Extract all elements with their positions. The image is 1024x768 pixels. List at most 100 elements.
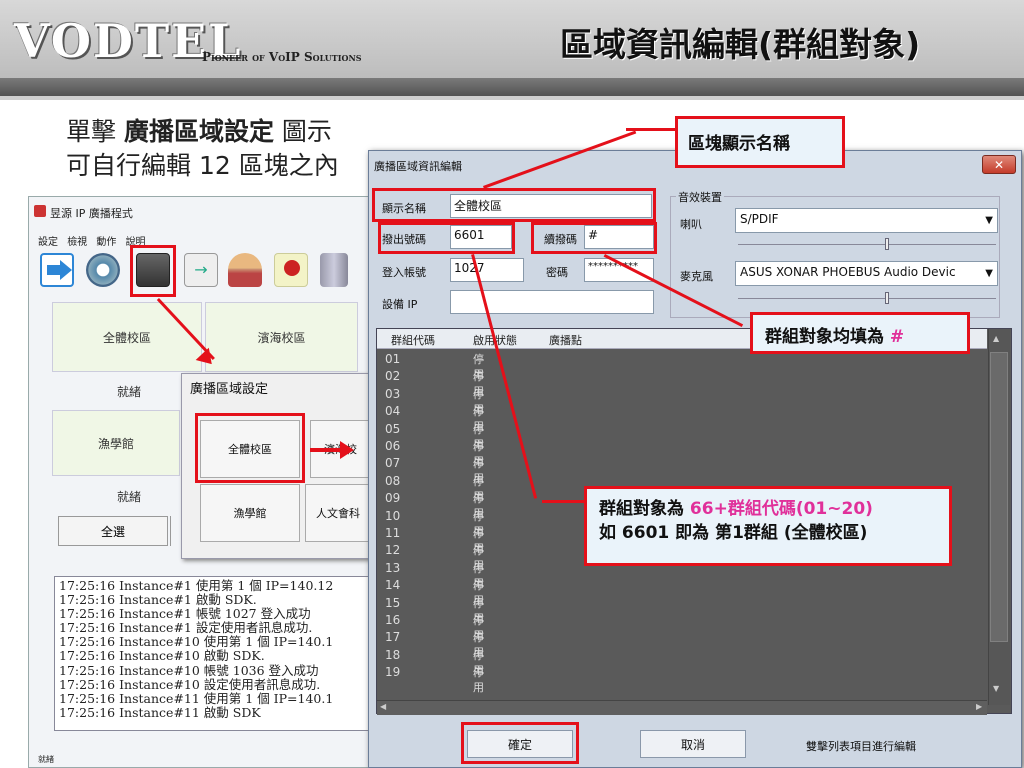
select-all-button[interactable]: 全選 — [58, 516, 168, 546]
mic-label: 麥克風 — [680, 270, 713, 283]
log-line: 17:25:16 Instance#11 使用第 1 個 IP=140.1 — [59, 690, 334, 706]
header-band-highlight — [0, 96, 1024, 100]
group-code: 14 — [385, 578, 401, 593]
login-field[interactable]: 1027 — [450, 258, 524, 282]
zone-all-campus[interactable]: 全體校區 — [52, 302, 202, 372]
callout-line — [626, 128, 678, 131]
highlight-continue-code — [531, 222, 657, 254]
device-icon[interactable] — [320, 253, 348, 287]
callout-display-name: 區塊顯示名稱 — [675, 116, 845, 168]
user-icon[interactable] — [228, 253, 262, 287]
app-logo-icon — [34, 205, 46, 217]
transfer-icon[interactable]: → — [184, 253, 218, 287]
group-code: 06 — [385, 439, 401, 453]
table-row[interactable]: 16 停用 — [385, 613, 484, 642]
edit-hint: 雙擊列表項目進行編輯 — [806, 740, 916, 753]
group-code: 13 — [385, 560, 401, 575]
group-code: 02 — [385, 369, 401, 384]
mic-slider-thumb[interactable] — [885, 292, 889, 304]
zone-settings-title: 廣播區域設定 — [190, 382, 269, 397]
chevron-down-icon: ▼ — [985, 268, 993, 279]
speaker-slider-thumb[interactable] — [885, 238, 889, 250]
pin-icon[interactable] — [274, 253, 308, 287]
mic-select[interactable]: ASUS XONAR PHOEBUS Audio Devic ▼ — [735, 261, 998, 286]
col-group-code[interactable]: 群組代碼 — [391, 332, 435, 348]
table-row[interactable]: 06 停用 — [385, 439, 484, 468]
table-row[interactable]: 04 停用 — [385, 404, 484, 433]
group-code: 09 — [385, 491, 401, 506]
highlight-dial-number — [378, 222, 515, 254]
table-row[interactable]: 02 停用 — [385, 369, 484, 398]
event-log: 17:25:16 Instance#1 使用第 1 個 IP=140.12 17… — [54, 576, 372, 731]
group-code: 01 — [385, 352, 401, 366]
mic-volume-slider[interactable] — [738, 298, 996, 299]
scroll-right-icon[interactable]: ▶ — [976, 702, 982, 711]
table-row[interactable]: 13 停用 — [385, 560, 484, 590]
scroll-up-icon[interactable]: ▲ — [993, 334, 999, 343]
log-line: 17:25:16 Instance#10 設定使用者訊息成功. — [59, 676, 321, 692]
group-code: 08 — [385, 473, 401, 488]
speaker-volume-slider[interactable] — [738, 244, 996, 245]
table-row[interactable]: 07 停用 — [385, 456, 484, 485]
table-row[interactable]: 18 停用 — [385, 647, 484, 677]
table-row[interactable]: 03 停用 — [385, 387, 484, 416]
log-line: 17:25:16 Instance#1 帳號 1027 登入成功 — [59, 606, 311, 622]
callout-line — [542, 500, 587, 503]
dial-rule-highlight: 66+群組代碼(01~20) — [689, 499, 873, 519]
intro-line-1: 單擊 廣播區域設定 圖示 — [66, 117, 332, 146]
close-icon[interactable]: ✕ — [982, 155, 1016, 174]
table-row[interactable]: 19 停用 — [385, 665, 484, 694]
log-line: 17:25:16 Instance#10 使用第 1 個 IP=140.1 — [59, 634, 334, 650]
slide-title: 區域資訊編輯(群組對象) — [560, 25, 921, 64]
highlight-zone-icon — [130, 245, 176, 297]
callout-dial-line2: 如 6601 即為 第1群組 (全體校區) — [599, 523, 868, 543]
group-code: 17 — [385, 630, 401, 645]
menu-settings[interactable]: 設定 — [38, 237, 58, 248]
log-line: 17:25:16 Instance#10 帳號 1036 登入成功 — [59, 662, 319, 678]
button-edge — [170, 516, 180, 546]
table-row[interactable]: 11 停用 — [385, 526, 484, 555]
table-row[interactable]: 15 停用 — [385, 596, 484, 625]
table-row[interactable]: 14 停用 — [385, 578, 484, 607]
speaker-select[interactable]: S/PDIF ▼ — [735, 208, 998, 233]
log-line: 17:25:16 Instance#1 啟動 SDK. — [59, 592, 257, 608]
hash-highlight: # — [889, 327, 905, 347]
table-row[interactable]: 10 停用 — [385, 508, 484, 538]
menu-action[interactable]: 動作 — [96, 237, 116, 248]
zone-status: 就緒 — [117, 385, 142, 399]
group-code: 18 — [385, 647, 401, 662]
sound-group-label: 音效裝置 — [676, 189, 724, 205]
col-broadcast-point[interactable]: 廣播點 — [549, 332, 582, 348]
table-row[interactable]: 12 停用 — [385, 543, 484, 572]
callout-dial-line1: 群組對象為 66+群組代碼(01~20) — [599, 499, 873, 519]
highlight-display-name — [372, 188, 656, 222]
menu-view[interactable]: 檢視 — [67, 237, 87, 248]
enabled-state: 停用 — [473, 666, 484, 695]
cancel-button[interactable]: 取消 — [640, 730, 746, 758]
group-code: 10 — [385, 508, 401, 523]
arrow-line — [310, 448, 344, 452]
group-code: 04 — [385, 404, 401, 419]
horizontal-scrollbar[interactable] — [377, 700, 987, 715]
exit-icon[interactable] — [40, 253, 74, 287]
scrollbar-thumb[interactable] — [990, 352, 1008, 642]
zone-button-humanities[interactable]: 人文會科 — [305, 484, 370, 542]
tagline: Pioneer of VoIP Solutions — [202, 50, 362, 64]
group-code: 12 — [385, 543, 401, 558]
zone-status: 就緒 — [117, 490, 142, 504]
table-row[interactable]: 17 停用 — [385, 630, 484, 659]
group-code: 19 — [385, 665, 401, 680]
speaker-label: 喇叭 — [680, 218, 702, 231]
group-code: 05 — [385, 421, 401, 436]
table-row[interactable]: 08 停用 — [385, 473, 484, 503]
zone-button-fishery[interactable]: 漁學館 — [200, 484, 300, 542]
settings-gear-icon[interactable] — [86, 253, 120, 287]
log-line: 17:25:16 Instance#1 設定使用者訊息成功. — [59, 620, 313, 636]
table-row[interactable]: 09 停用 — [385, 491, 484, 520]
zone-seaside-campus[interactable]: 濱海校區 — [205, 302, 358, 372]
scroll-down-icon[interactable]: ▼ — [993, 684, 999, 693]
table-row[interactable]: 05 停用 — [385, 421, 484, 451]
table-row[interactable]: 01 停用 — [385, 352, 484, 381]
scroll-left-icon[interactable]: ◀ — [380, 702, 386, 711]
zone-fishery-hall[interactable]: 漁學館 — [52, 410, 180, 476]
